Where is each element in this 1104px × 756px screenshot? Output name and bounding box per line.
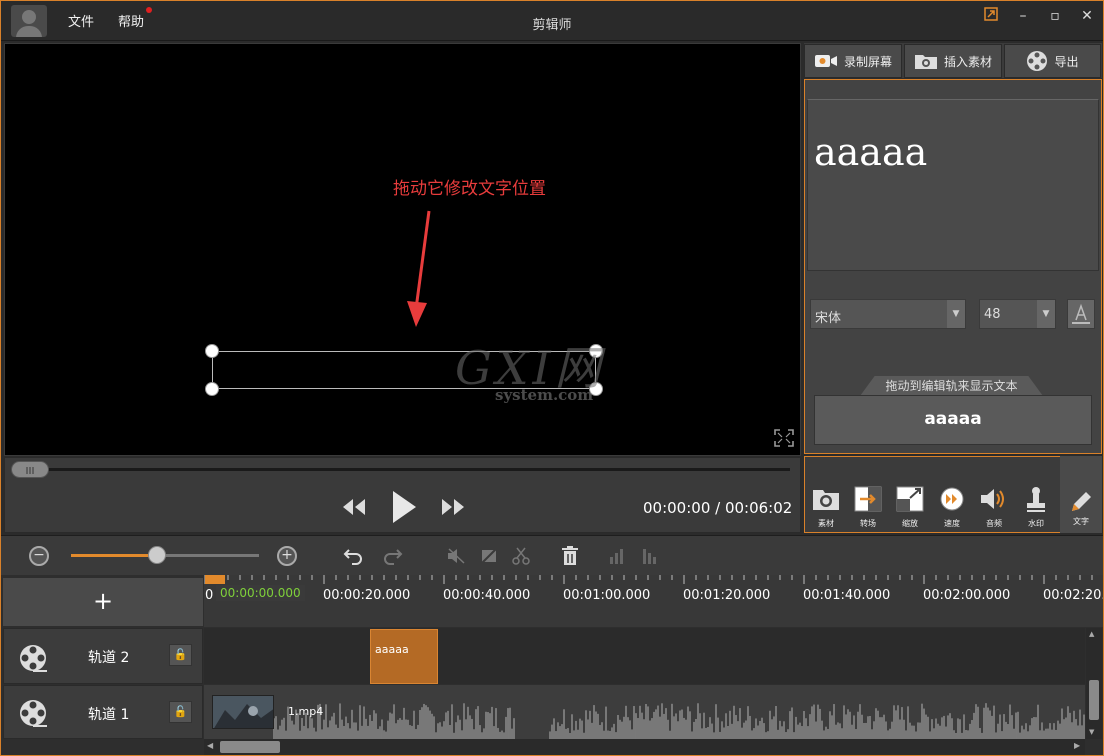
zoom-out-icon[interactable]: − <box>29 546 49 566</box>
zoom-slider-handle[interactable] <box>148 546 167 564</box>
mute-icon[interactable] <box>444 545 468 567</box>
ruler-label: 00:01:40.000 <box>803 588 891 603</box>
annotation-text: 拖动它修改文字位置 <box>393 179 546 199</box>
notification-dot <box>146 7 152 13</box>
watermark-logo: GXI网 system.com <box>455 341 605 404</box>
lock-icon[interactable]: 🔓 <box>169 701 192 723</box>
bars-icon[interactable] <box>605 545 629 567</box>
horizontal-scrollbar[interactable]: ◀ ▶ <box>204 739 1085 755</box>
text-color-icon <box>1072 303 1090 324</box>
undo-icon[interactable] <box>341 545 365 567</box>
media-icon <box>813 490 839 510</box>
maximize-icon[interactable]: ▫ <box>1045 7 1065 25</box>
tool-media[interactable]: 素材 <box>809 486 843 528</box>
edit-toolbar: − + <box>1 535 1103 575</box>
pencil-icon <box>1072 492 1091 511</box>
rewind-icon[interactable] <box>341 496 367 522</box>
time-readout: 00:00:00 / 00:06:02 <box>643 499 793 517</box>
ruler-label: 00:01:00.000 <box>563 588 651 603</box>
track-name: 轨道 2 <box>88 650 130 666</box>
tool-text[interactable]: 文字 <box>1060 456 1102 533</box>
zoom-slider-fill <box>71 554 158 557</box>
tool-transition[interactable]: 转场 <box>851 486 885 528</box>
add-track-button[interactable]: + <box>3 578 203 626</box>
zoom-slider[interactable] <box>71 546 259 564</box>
horizontal-scroll-thumb[interactable] <box>220 741 280 753</box>
font-family-select[interactable]: 宋体 ▼ <box>810 299 966 329</box>
video-preview: 拖动它修改文字位置 GXI网 system.com <box>4 43 801 456</box>
annotation-arrow-icon <box>407 210 431 327</box>
chevron-down-icon: ▼ <box>947 300 965 328</box>
ruler-label: 00:02:20. <box>1043 588 1104 603</box>
timeline: + 0 00:00:00.000 00:00:20.000 00:00:40.0… <box>1 575 1103 755</box>
export-button[interactable]: 导出 <box>1004 44 1101 78</box>
tool-audio[interactable]: 音频 <box>977 486 1011 528</box>
seek-track[interactable] <box>45 468 790 471</box>
font-color-button[interactable] <box>1067 299 1095 329</box>
track-lane-1[interactable]: 1.mp4 <box>204 685 1085 739</box>
trash-icon[interactable] <box>558 545 582 567</box>
resize-handle-tl[interactable] <box>205 344 219 358</box>
draggable-text-item[interactable]: aaaaa <box>814 395 1092 445</box>
ruler-label: 00:00:20.000 <box>323 588 411 603</box>
record-screen-button[interactable]: 录制屏幕 <box>804 44 902 78</box>
vertical-scroll-thumb[interactable] <box>1089 680 1099 720</box>
scissors-icon[interactable] <box>509 545 533 567</box>
ruler-label: 00:00:40.000 <box>443 588 531 603</box>
time-ruler[interactable]: 0 00:00:00.000 00:00:20.000 00:00:40.000… <box>204 575 1103 627</box>
playback-bar: 00:00:00 / 00:06:02 <box>4 457 801 533</box>
redo-icon[interactable] <box>381 545 405 567</box>
video-clip-label: 1.mp4 <box>288 705 324 718</box>
play-icon[interactable] <box>390 489 418 529</box>
zoom-icon <box>896 486 924 512</box>
drag-hint-tab: 拖动到编辑轨来显示文本 <box>860 376 1043 396</box>
tool-zoom[interactable]: 缩放 <box>893 486 927 528</box>
track-name: 轨道 1 <box>88 707 130 723</box>
playhead-icon[interactable] <box>205 575 225 584</box>
resize-handle-bl[interactable] <box>205 382 219 396</box>
transition-icon <box>854 486 882 512</box>
tool-watermark[interactable]: 水印 <box>1019 486 1053 528</box>
tool-tabs: 素材 转场 缩放 速度 音频 水印 文字 <box>804 456 1102 533</box>
stamp-icon <box>1027 487 1045 512</box>
tool-speed[interactable]: 速度 <box>935 486 969 528</box>
vertical-scrollbar[interactable]: ▲ ▼ <box>1086 628 1102 739</box>
text-input-area[interactable]: aaaaa <box>807 99 1099 271</box>
speed-icon <box>940 487 964 511</box>
zoom-in-icon[interactable]: + <box>277 546 297 566</box>
ruler-label: 00:01:20.000 <box>683 588 771 603</box>
fast-forward-icon[interactable] <box>440 496 466 522</box>
current-time: 00:00:00.000 <box>216 585 305 601</box>
speaker-icon <box>981 489 1004 509</box>
fullscreen-icon[interactable] <box>773 428 795 448</box>
close-icon[interactable]: ✕ <box>1077 7 1097 25</box>
track-lane-2[interactable]: aaaaa <box>204 628 1085 684</box>
video-thumbnail <box>212 695 274 729</box>
text-panel: aaaaa 宋体 ▼ 48 ▼ 拖动到编辑轨来显示文本 aaaaa <box>804 79 1102 454</box>
film-reel-icon <box>20 700 47 727</box>
film-reel-icon <box>1027 51 1048 71</box>
bars-desc-icon[interactable] <box>638 545 662 567</box>
text-preview-value: aaaaa <box>814 130 928 174</box>
text-clip[interactable]: aaaaa <box>370 629 438 684</box>
right-panel-toolbar: 录制屏幕 插入素材 导出 <box>804 43 1102 78</box>
crop-icon[interactable] <box>477 545 501 567</box>
camera-icon <box>814 55 837 67</box>
seek-handle[interactable] <box>11 461 49 478</box>
title-bar: 文件 帮助 剪辑师 – ▫ ✕ <box>1 1 1103 41</box>
font-size-select[interactable]: 48 ▼ <box>979 299 1056 329</box>
app-window: 文件 帮助 剪辑师 – ▫ ✕ 拖动它修改文字位置 GXI网 system.co… <box>0 0 1104 756</box>
film-reel-icon <box>20 645 47 672</box>
track-header-2: 轨道 2 🔓 <box>3 628 203 684</box>
lock-icon[interactable]: 🔓 <box>169 644 192 666</box>
chevron-down-icon: ▼ <box>1037 300 1055 328</box>
track-header-1: 轨道 1 🔓 <box>3 685 203 739</box>
minimize-icon[interactable]: – <box>1013 7 1033 25</box>
insert-media-button[interactable]: 插入素材 <box>904 44 1002 78</box>
window-title: 剪辑师 <box>532 18 572 33</box>
folder-icon <box>914 55 937 69</box>
ruler-label: 00:02:00.000 <box>923 588 1011 603</box>
audio-waveform <box>273 703 1085 739</box>
restore-icon[interactable] <box>981 7 1001 25</box>
